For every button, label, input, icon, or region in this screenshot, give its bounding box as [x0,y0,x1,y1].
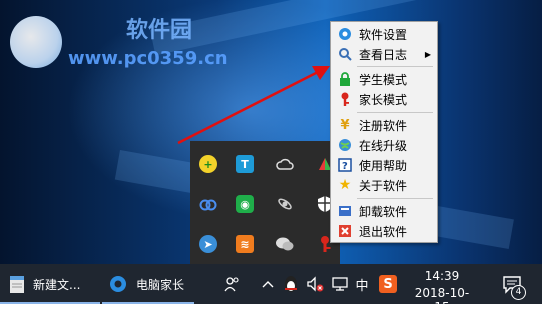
yen-icon: ¥ [340,117,350,133]
context-menu: 软件设置 查看日志 ▶ 学生模式 家长模式 ¥ 注册软件 在线升级 ? 使用帮助… [330,21,438,243]
chevron-up-icon[interactable] [260,276,276,292]
cloud-icon[interactable] [274,153,296,175]
menu-item-parent-mode[interactable]: 家长模式 [333,89,435,109]
clock-date: 2018-10-15 [414,286,470,314]
eye-icon[interactable]: ◉ [234,193,256,215]
menu-item-register[interactable]: ¥ 注册软件 [333,115,435,135]
menu-item-about[interactable]: ★ 关于软件 [333,175,435,195]
baidu-cloud-icon[interactable] [197,193,219,215]
text-t-icon[interactable]: T [234,153,256,175]
gear-icon [337,26,353,42]
gear-blue-icon [108,274,128,294]
menu-item-view-log[interactable]: 查看日志 ▶ [333,44,435,64]
sogou-label: S [379,275,397,293]
menu-item-online-upgrade[interactable]: 在线升级 [333,135,435,155]
padlock-icon [337,71,353,87]
svg-text:?: ? [342,161,348,172]
uninstall-icon [337,203,353,219]
menu-item-uninstall[interactable]: 卸载软件 [333,201,435,221]
submenu-arrow-icon: ▶ [424,49,431,59]
ime-indicator[interactable]: 中 [352,274,372,294]
add-green-icon[interactable]: + [197,153,219,175]
menu-item-help[interactable]: ? 使用帮助 [333,155,435,175]
menu-item-exit[interactable]: 退出软件 [333,221,435,241]
magnifier-icon [337,46,353,62]
taskbar-app-notepad[interactable]: 新建文... [0,264,100,304]
menu-separator [357,198,433,199]
penguin-icon[interactable] [282,274,300,294]
key-icon [337,91,353,107]
exit-icon [337,223,353,239]
menu-item-settings[interactable]: 软件设置 [333,24,435,44]
menu-separator [357,66,433,67]
desktop: 软件园 www.pc0359.cn + T ◉ ➤ ≋ [0,0,542,264]
notification-center-icon[interactable]: 4 [500,272,526,300]
taskbar-app-parent-control[interactable]: 电脑家长 [102,264,194,304]
clock-time: 14:39 [424,269,460,283]
taskbar-clock[interactable]: 14:39 2018-10-15 [408,266,476,314]
volume-muted-icon[interactable] [305,274,325,294]
menu-separator [357,112,433,113]
sogou-icon[interactable]: S [378,274,398,294]
sound-wave-icon[interactable]: ≋ [234,233,256,255]
wechat-icon[interactable] [274,233,296,255]
satellite-icon[interactable] [274,193,296,215]
menu-item-student-mode[interactable]: 学生模式 [333,69,435,89]
star-icon: ★ [338,177,352,193]
people-icon[interactable] [222,274,242,294]
notepad-icon [8,274,26,294]
globe-icon [337,137,353,153]
notification-count-badge: 4 [511,285,526,300]
help-icon: ? [337,157,353,173]
feather-icon[interactable]: ➤ [197,233,219,255]
tray-overflow-panel: + T ◉ ➤ ≋ [190,141,340,264]
network-icon[interactable] [330,274,350,294]
